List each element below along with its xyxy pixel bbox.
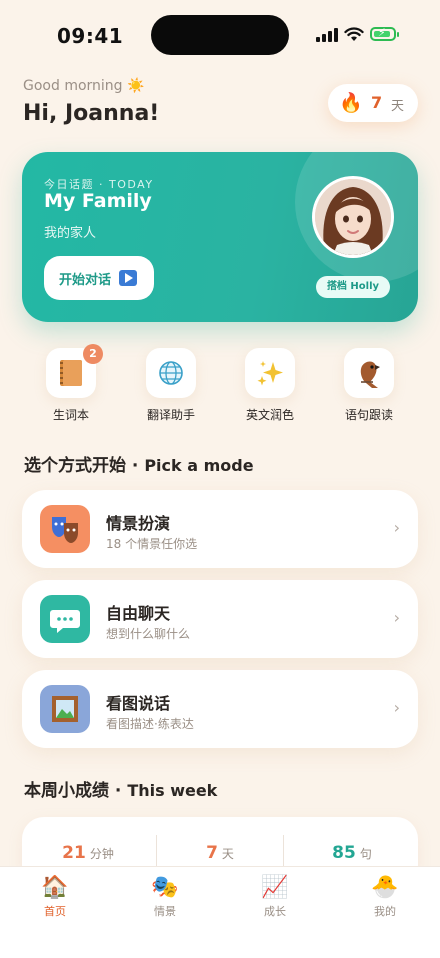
mode-subtitle: 18 个情景任你选 [106,537,198,551]
today-topic-card[interactable]: 今日话题 · TODAY My Family 我的家人 开始对话 搭档 Holl… [22,152,418,322]
week-section-title: 本周小成绩 · This week [24,776,217,801]
start-button-label: 开始对话 [59,273,112,288]
globe-icon [159,361,183,385]
chat-bubble-icon [40,595,90,643]
separator-dot: · [131,456,139,476]
tool-polish[interactable]: 英文润色 [230,348,310,428]
status-bar: 09:41 ⚡ [0,0,440,60]
modes-section-title: 选个方式开始 · Pick a mode [24,451,254,476]
play-icon [119,270,137,286]
chevron-right-icon: › [393,608,400,627]
section-title-cn: 选个方式开始 [24,456,126,476]
mode-title: 自由聊天 [106,604,171,623]
dynamic-island [151,15,289,55]
tool-icon-box [344,348,394,398]
mode-free-chat[interactable]: 自由聊天 想到什么聊什么 › [22,580,418,658]
separator-dot: · [114,781,122,801]
chick-icon: 🐣 [371,875,399,900]
sparkles-icon [257,361,283,386]
tool-label: 翻译助手 [146,408,195,422]
wifi-icon [344,27,364,41]
tool-label: 英文润色 [245,408,294,422]
section-title-cn: 本周小成绩 [24,781,109,801]
theater-masks-icon [40,505,90,553]
chevron-right-icon: › [393,698,400,717]
chart-icon: 📈 [261,875,289,900]
stat-unit: 分钟 [89,847,114,861]
battery-icon: ⚡ [370,26,399,41]
user-greeting: Hi, Joanna! [23,101,160,126]
mode-title: 情景扮演 [106,514,171,533]
bottom-tab-bar: 🏠 首页 🎭 情景 📈 成长 🐣 我的 [0,866,440,958]
mode-title: 看图说话 [106,694,171,713]
stat-value: 21 [62,843,86,863]
chevron-right-icon: › [393,518,400,537]
fire-icon: 🔥 [339,92,363,114]
mode-role-play[interactable]: 情景扮演 18 个情景任你选 › [22,490,418,568]
parrot-icon [360,361,380,388]
stat-value: 85 [332,843,356,863]
topic-subtitle: 我的家人 [44,226,97,241]
tool-read-along[interactable]: 语句跟读 [329,348,409,428]
stat-value: 7 [206,843,218,863]
mode-subtitle: 看图描述·练表达 [106,717,194,731]
start-conversation-button[interactable]: 开始对话 [44,256,154,300]
section-title-en: Pick a mode [144,456,254,475]
partner-avatar[interactable] [312,176,394,258]
greeting-text: Good morning ☀️ [23,78,145,94]
tab-label: 情景 [154,905,176,918]
masks-icon: 🎭 [151,875,179,900]
section-title-en: This week [127,781,218,800]
cellular-signal-icon [316,28,338,42]
partner-label: 搭档 Holly [316,276,390,298]
mode-picture-talk[interactable]: 看图说话 看图描述·练表达 › [22,670,418,748]
stat-sentences: 85 句 [286,843,418,863]
tab-profile[interactable]: 🐣 我的 [330,875,440,919]
framed-picture-icon [40,685,90,733]
stat-unit: 天 [221,847,234,861]
tool-label: 语句跟读 [344,408,393,422]
notification-badge: 2 [83,344,103,364]
status-time: 09:41 [57,24,124,48]
streak-badge[interactable]: 🔥 7 天 [328,84,418,122]
topic-title: My Family [44,190,152,212]
streak-unit: 天 [391,99,405,114]
tab-home[interactable]: 🏠 首页 [0,875,110,919]
tool-label: 生词本 [52,408,89,422]
tab-label: 成长 [264,905,286,918]
stat-unit: 句 [359,847,372,861]
mode-subtitle: 想到什么聊什么 [106,627,191,641]
streak-count: 7 [371,93,383,112]
avatar-portrait [315,179,391,255]
house-icon: 🏠 [41,875,69,900]
tool-translate[interactable]: 翻译助手 [131,348,211,428]
tool-icon-box [245,348,295,398]
tab-growth[interactable]: 📈 成长 [220,875,330,919]
stat-minutes: 21 分钟 [22,843,154,863]
stat-days: 7天 [154,843,286,863]
tab-scenes[interactable]: 🎭 情景 [110,875,220,919]
tool-icon-box [146,348,196,398]
tab-label: 首页 [44,905,66,918]
tab-label: 我的 [374,905,396,918]
